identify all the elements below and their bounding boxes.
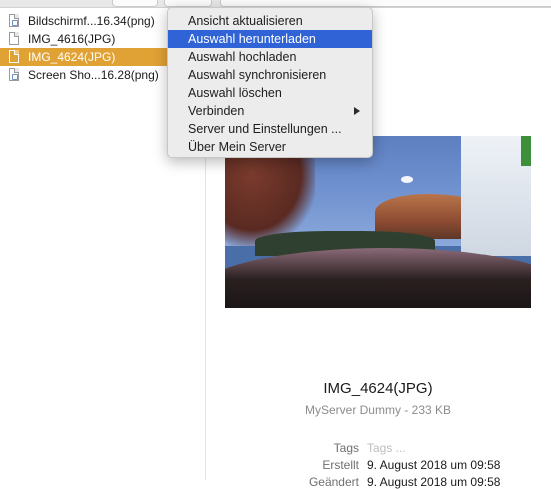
preview-subtitle: MyServer Dummy - 233 KB: [304, 403, 452, 417]
image-preview: [225, 136, 531, 308]
file-name: Bildschirmf...16.34(png): [28, 14, 155, 28]
action-menu: Ansicht aktualisieren Auswahl herunterla…: [167, 7, 373, 158]
file-name: IMG_4624(JPG): [28, 50, 116, 64]
action-menu-button[interactable]: [164, 0, 212, 7]
menu-item-sync-selection[interactable]: Auswahl synchronisieren: [168, 66, 372, 84]
menu-item-upload-selection[interactable]: Auswahl hochladen: [168, 48, 372, 66]
menu-item-label: Ansicht aktualisieren: [188, 14, 303, 28]
menu-item-label: Über Mein Server: [188, 140, 286, 154]
menu-item-label: Server und Einstellungen ...: [188, 122, 342, 136]
submenu-arrow-icon: [354, 107, 360, 115]
menu-item-label: Auswahl löschen: [188, 86, 282, 100]
toolbar-button[interactable]: [112, 0, 158, 7]
menu-item-server-settings[interactable]: Server und Einstellungen ...: [168, 120, 372, 138]
menu-item-refresh-view[interactable]: Ansicht aktualisieren: [168, 12, 372, 30]
created-label: Erstellt: [322, 458, 359, 472]
menu-item-label: Auswahl synchronisieren: [188, 68, 327, 82]
menu-item-download-selection[interactable]: Auswahl herunterladen: [168, 30, 372, 48]
search-field[interactable]: [220, 0, 551, 7]
tags-input[interactable]: Tags ...: [367, 441, 406, 455]
file-name: IMG_4616(JPG): [28, 32, 116, 46]
menu-item-label: Auswahl hochladen: [188, 50, 297, 64]
document-icon: [9, 50, 19, 63]
file-name: Screen Sho...16.28(png): [28, 68, 159, 82]
png-file-icon: [9, 68, 19, 81]
modified-value: 9. August 2018 um 09:58: [367, 475, 501, 489]
menu-item-about[interactable]: Über Mein Server: [168, 138, 372, 156]
created-value: 9. August 2018 um 09:58: [367, 458, 501, 472]
modified-label: Geändert: [308, 475, 359, 489]
menu-item-delete-selection[interactable]: Auswahl löschen: [168, 84, 372, 102]
menu-item-label: Auswahl herunterladen: [188, 32, 316, 46]
menu-item-label: Verbinden: [188, 104, 245, 118]
tags-label: Tags: [333, 441, 359, 455]
png-file-icon: [9, 14, 19, 27]
document-icon: [9, 32, 19, 45]
preview-filename: IMG_4624(JPG): [323, 380, 433, 397]
menu-item-connect[interactable]: Verbinden: [168, 102, 372, 120]
